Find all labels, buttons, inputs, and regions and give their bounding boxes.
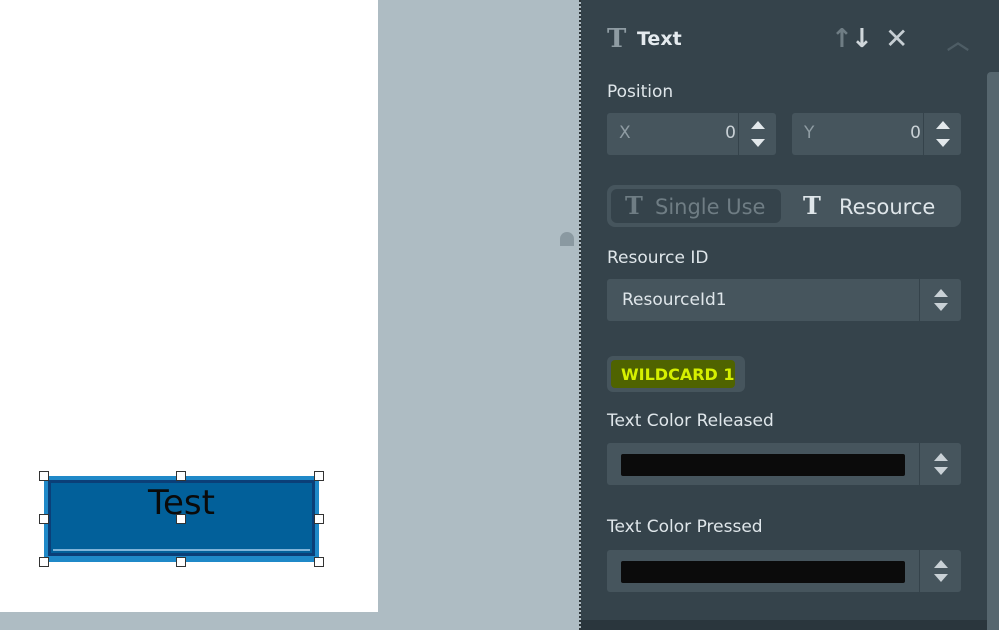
panel-header: T Text ↑ ↓ ✕ ︿ bbox=[607, 22, 977, 56]
resize-handle-top-center[interactable] bbox=[176, 471, 186, 481]
up-arrow bbox=[934, 560, 948, 568]
increment-icon[interactable] bbox=[751, 121, 765, 129]
y-stepper[interactable] bbox=[923, 113, 961, 155]
increment-icon[interactable] bbox=[936, 121, 950, 129]
text-color-pressed-select[interactable] bbox=[607, 550, 961, 592]
x-stepper[interactable] bbox=[738, 113, 776, 155]
down-arrow bbox=[934, 574, 948, 582]
canvas-background bbox=[378, 0, 580, 630]
resize-handle-center[interactable] bbox=[176, 514, 186, 524]
position-label: Position bbox=[607, 82, 674, 102]
text-format-icon: T bbox=[625, 191, 643, 220]
resize-handle-bottom-left[interactable] bbox=[39, 557, 49, 567]
color-swatch[interactable] bbox=[621, 454, 905, 476]
text-mode-toggle: T Single Use T Resource bbox=[607, 185, 961, 227]
single-use-label: Single Use bbox=[655, 195, 766, 219]
panel-scrollbar[interactable] bbox=[987, 72, 999, 630]
select-arrows-icon[interactable] bbox=[919, 279, 961, 321]
y-label: Y bbox=[804, 123, 815, 143]
position-y-field[interactable]: Y 0 bbox=[792, 113, 961, 155]
text-color-pressed-label: Text Color Pressed bbox=[607, 517, 763, 537]
properties-panel: T Text ↑ ↓ ✕ ︿ Position X 0 Y 0 T Single… bbox=[581, 0, 999, 630]
resize-handle-top-right[interactable] bbox=[314, 471, 324, 481]
position-x-field[interactable]: X 0 bbox=[607, 113, 776, 155]
down-arrow bbox=[934, 467, 948, 475]
single-use-option[interactable]: T Single Use bbox=[611, 189, 781, 223]
resize-handle-middle-left[interactable] bbox=[39, 514, 49, 524]
up-arrow bbox=[934, 453, 948, 461]
select-arrows-icon[interactable] bbox=[919, 550, 961, 592]
select-arrows-icon[interactable] bbox=[919, 443, 961, 485]
arrow-down-icon[interactable]: ↓ bbox=[851, 24, 873, 54]
wildcard-text: WILDCARD 1 bbox=[621, 365, 735, 384]
text-color-released-select[interactable] bbox=[607, 443, 961, 485]
arrow-up-icon[interactable]: ↑ bbox=[831, 24, 853, 54]
resource-id-label: Resource ID bbox=[607, 248, 709, 268]
resource-id-value: ResourceId1 bbox=[622, 290, 727, 310]
panel-footer bbox=[581, 620, 987, 630]
resize-handle-middle-right[interactable] bbox=[314, 514, 324, 524]
x-value[interactable]: 0 bbox=[725, 123, 736, 143]
resource-option[interactable]: T Resource bbox=[785, 189, 957, 223]
up-arrow bbox=[934, 289, 948, 297]
wildcard-highlight: WILDCARD 1 bbox=[611, 360, 735, 388]
x-label: X bbox=[619, 123, 631, 143]
resize-handle-bottom-center[interactable] bbox=[176, 557, 186, 567]
down-arrow bbox=[934, 303, 948, 311]
decrement-icon[interactable] bbox=[751, 139, 765, 147]
wildcard-badge[interactable]: WILDCARD 1 bbox=[607, 356, 745, 392]
chevron-up-icon[interactable]: ︿ bbox=[947, 24, 969, 56]
text-resource-icon: T bbox=[803, 191, 821, 220]
color-swatch[interactable] bbox=[621, 561, 905, 583]
resize-handle-top-left[interactable] bbox=[39, 471, 49, 481]
resize-handle-bottom-right[interactable] bbox=[314, 557, 324, 567]
resource-id-select[interactable]: ResourceId1 bbox=[607, 279, 961, 321]
panel-title: Text bbox=[637, 28, 682, 50]
panel-splitter-handle[interactable] bbox=[560, 232, 574, 246]
resource-label: Resource bbox=[839, 195, 936, 219]
y-value[interactable]: 0 bbox=[910, 123, 921, 143]
text-format-icon: T bbox=[607, 24, 627, 54]
text-color-released-label: Text Color Released bbox=[607, 411, 774, 431]
decrement-icon[interactable] bbox=[936, 139, 950, 147]
close-icon[interactable]: ✕ bbox=[885, 22, 908, 55]
